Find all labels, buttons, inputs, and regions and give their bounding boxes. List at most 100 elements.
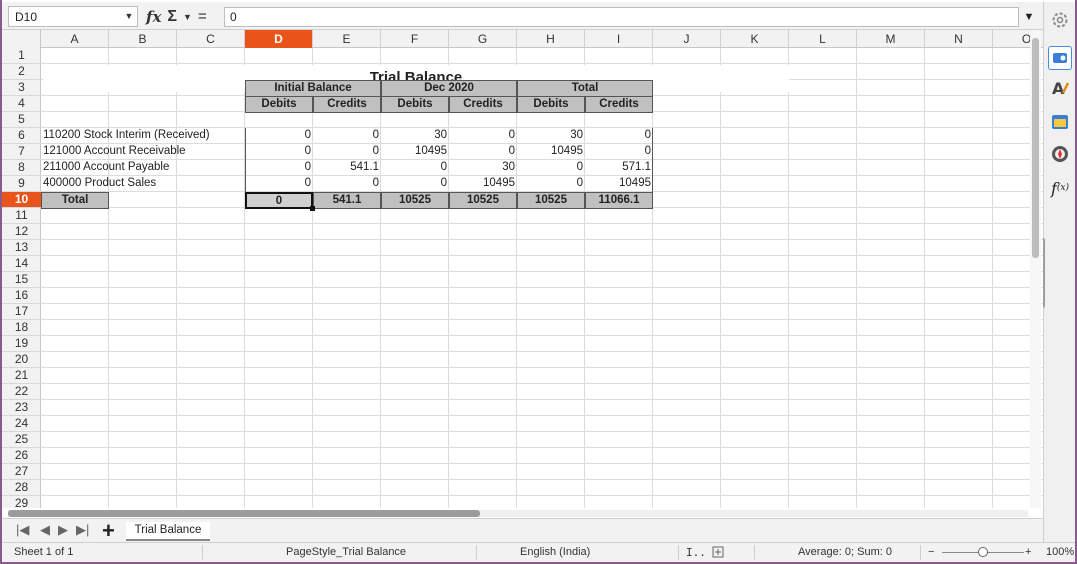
row-header-1[interactable]: 1: [2, 48, 41, 64]
row-header-24[interactable]: 24: [2, 416, 41, 432]
account-name-cell[interactable]: 211000 Account Payable: [41, 160, 245, 176]
zoom-out-button[interactable]: −: [928, 546, 934, 558]
sum-dropdown-icon[interactable]: ▼: [183, 12, 192, 22]
gallery-icon[interactable]: [1048, 110, 1072, 134]
total-value-cell[interactable]: 10525: [517, 192, 585, 209]
name-box[interactable]: D10: [8, 6, 138, 27]
column-header-m[interactable]: M: [857, 30, 925, 48]
total-value-cell[interactable]: 11066.1: [585, 192, 653, 209]
sum-icon[interactable]: Σ: [167, 8, 177, 26]
functions-icon[interactable]: f (x): [1048, 176, 1072, 200]
row-header-13[interactable]: 13: [2, 240, 41, 256]
total-value-cell[interactable]: 541.1: [313, 192, 381, 209]
account-name-cell[interactable]: 121000 Account Receivable: [41, 144, 245, 160]
group-header[interactable]: Total: [517, 80, 653, 97]
sub-header[interactable]: Credits: [585, 96, 653, 113]
column-header-e[interactable]: E: [313, 30, 381, 48]
next-sheet-icon[interactable]: ▶: [58, 522, 68, 538]
vertical-scrollbar[interactable]: [1030, 30, 1041, 508]
column-header-d[interactable]: D: [245, 30, 313, 48]
add-sheet-button[interactable]: +: [102, 518, 115, 544]
column-header-h[interactable]: H: [517, 30, 585, 48]
column-header-k[interactable]: K: [721, 30, 789, 48]
total-value-cell[interactable]: 10525: [381, 192, 449, 209]
zoom-slider-knob[interactable]: [978, 547, 988, 557]
row-header-9[interactable]: 9: [2, 176, 41, 192]
column-header-j[interactable]: J: [653, 30, 721, 48]
row-header-26[interactable]: 26: [2, 448, 41, 464]
tab-trial-balance[interactable]: Trial Balance: [126, 522, 210, 541]
row-header-4[interactable]: 4: [2, 96, 41, 112]
formula-icon[interactable]: =: [198, 8, 207, 25]
row-header-29[interactable]: 29: [2, 496, 41, 508]
row-header-14[interactable]: 14: [2, 256, 41, 272]
column-header-l[interactable]: L: [789, 30, 857, 48]
column-header-i[interactable]: I: [585, 30, 653, 48]
status-bar: Sheet 1 of 1 PageStyle_Trial Balance Eng…: [2, 542, 1075, 562]
select-all-corner[interactable]: [2, 30, 41, 48]
row-header-12[interactable]: 12: [2, 224, 41, 240]
cell-area[interactable]: Trial Balance Initial Balance Dec 2020 Tot…: [41, 48, 1043, 508]
sub-header[interactable]: Credits: [313, 96, 381, 113]
row-header-25[interactable]: 25: [2, 432, 41, 448]
horizontal-scrollbar-thumb[interactable]: [8, 510, 480, 517]
row-header-28[interactable]: 28: [2, 480, 41, 496]
group-header[interactable]: Dec 2020: [381, 80, 517, 97]
row-header-16[interactable]: 16: [2, 288, 41, 304]
row-header-2[interactable]: 2: [2, 64, 41, 80]
selection-stats[interactable]: Average: 0; Sum: 0: [798, 546, 892, 558]
group-header[interactable]: Initial Balance: [245, 80, 381, 97]
row-header-15[interactable]: 15: [2, 272, 41, 288]
function-wizard-icon[interactable]: fx: [146, 8, 161, 26]
column-header-a[interactable]: A: [41, 30, 109, 48]
vertical-scrollbar-thumb[interactable]: [1032, 38, 1039, 258]
row-header-10[interactable]: 10: [2, 192, 41, 208]
row-header-21[interactable]: 21: [2, 368, 41, 384]
zoom-in-button[interactable]: +: [1025, 546, 1031, 558]
total-value-cell[interactable]: 10525: [449, 192, 517, 209]
gear-icon[interactable]: [1048, 8, 1072, 32]
row-header-20[interactable]: 20: [2, 352, 41, 368]
row-header-18[interactable]: 18: [2, 320, 41, 336]
row-header-23[interactable]: 23: [2, 400, 41, 416]
account-name-cell[interactable]: 110200 Stock Interim (Received): [41, 128, 245, 144]
last-sheet-icon[interactable]: ▶|: [76, 522, 89, 538]
row-header-22[interactable]: 22: [2, 384, 41, 400]
row-headers: 1 2 3 4 5 6 7 8 9 10 11 12 13 14 15 16 17 18 19 20 21 22 23 24 2…: [2, 48, 41, 508]
selection-mode-icon[interactable]: I..: [686, 546, 706, 559]
row-header-17[interactable]: 17: [2, 304, 41, 320]
row-header-27[interactable]: 27: [2, 464, 41, 480]
sub-header[interactable]: Debits: [245, 96, 313, 113]
autofill-handle[interactable]: [310, 206, 315, 211]
column-header-c[interactable]: C: [177, 30, 245, 48]
prev-sheet-icon[interactable]: ◀: [40, 522, 50, 538]
account-name-cell[interactable]: 400000 Product Sales: [41, 176, 245, 192]
column-header-f[interactable]: F: [381, 30, 449, 48]
total-label-cell[interactable]: Total: [41, 192, 109, 209]
row-header-11[interactable]: 11: [2, 208, 41, 224]
selected-cell-d10[interactable]: 0: [245, 192, 313, 209]
column-header-n[interactable]: N: [925, 30, 993, 48]
name-box-dropdown-icon[interactable]: ▼: [120, 6, 138, 27]
expand-formula-bar-icon[interactable]: ▼: [1021, 7, 1037, 27]
sub-header[interactable]: Credits: [449, 96, 517, 113]
styles-icon[interactable]: A: [1048, 76, 1072, 100]
navigator-icon[interactable]: [1048, 142, 1072, 166]
row-header-7[interactable]: 7: [2, 144, 41, 160]
page-style[interactable]: PageStyle_Trial Balance: [286, 546, 406, 558]
formula-input[interactable]: 0: [224, 7, 1019, 27]
row-header-19[interactable]: 19: [2, 336, 41, 352]
zoom-level[interactable]: 100%: [1046, 546, 1074, 558]
row-header-6[interactable]: 6: [2, 128, 41, 144]
column-header-g[interactable]: G: [449, 30, 517, 48]
sub-header[interactable]: Debits: [381, 96, 449, 113]
document-modified-icon[interactable]: [712, 546, 724, 561]
language-indicator[interactable]: English (India): [520, 546, 590, 558]
row-header-8[interactable]: 8: [2, 160, 41, 176]
row-header-3[interactable]: 3: [2, 80, 41, 96]
sub-header[interactable]: Debits: [517, 96, 585, 113]
first-sheet-icon[interactable]: |◀: [16, 522, 29, 538]
column-header-b[interactable]: B: [109, 30, 177, 48]
properties-icon[interactable]: [1048, 46, 1072, 70]
row-header-5[interactable]: 5: [2, 112, 41, 128]
